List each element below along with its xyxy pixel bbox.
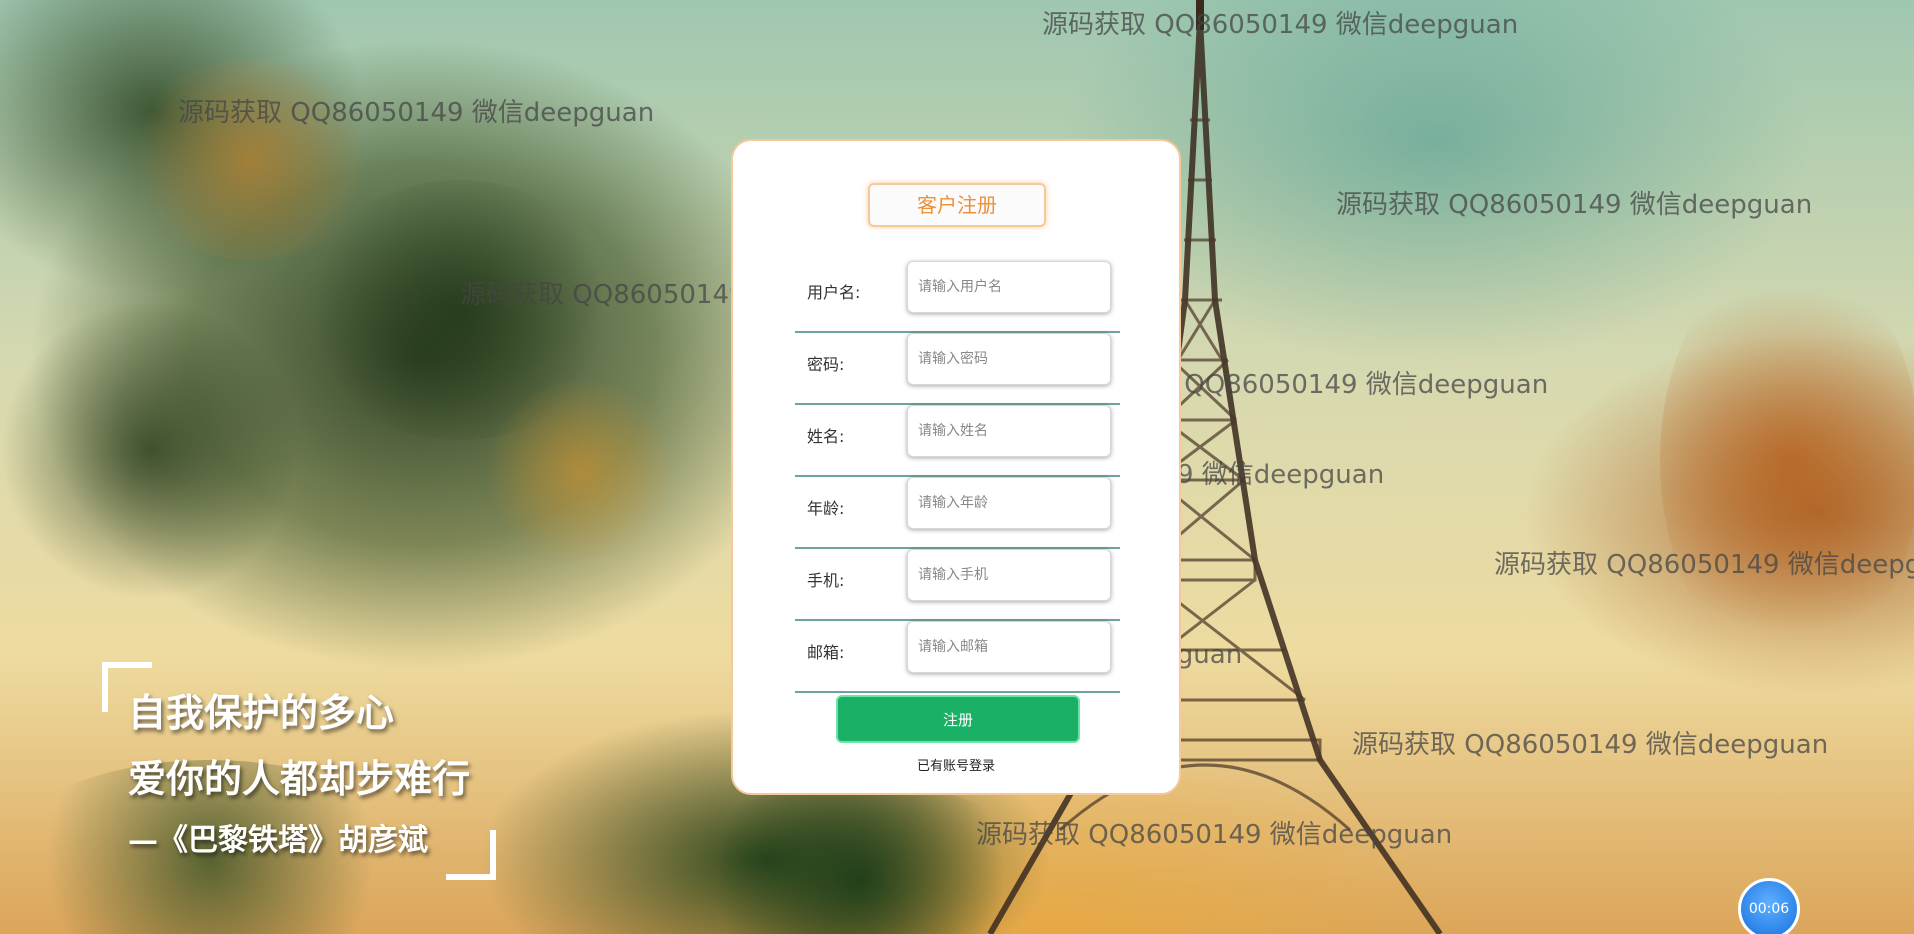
name-label: 姓名: xyxy=(807,427,845,446)
watermark-text: 源码获取 QQ86050149 微信deepguan xyxy=(1336,190,1813,220)
poem-quote: 自我保护的多心 爱你的人都却步难行 —《巴黎铁塔》胡彦斌 xyxy=(128,680,470,870)
quote-bracket-bottom-right xyxy=(446,830,496,880)
age-input[interactable] xyxy=(907,477,1111,529)
username-label: 用户名: xyxy=(807,283,861,302)
email-label: 邮箱: xyxy=(807,643,845,662)
background-scene: 源码获取 QQ86050149 微信deepguan 源码获取 QQ860501… xyxy=(0,0,1914,934)
watermark-text: 源码获取 QQ86050149 微信deepguan xyxy=(1352,730,1829,760)
username-input[interactable] xyxy=(907,261,1111,313)
register-card: 客户注册 用户名: 密码: 姓名: 年龄: 手机: 邮箱: 注册 已有账号登录 xyxy=(731,139,1181,795)
email-input[interactable] xyxy=(907,621,1111,673)
register-button[interactable]: 注册 xyxy=(836,695,1080,743)
form-row-age: 年龄: xyxy=(795,477,1120,549)
phone-input[interactable] xyxy=(907,549,1111,601)
watermark-text: 源码获取 QQ86050149 微信deepguan xyxy=(1494,550,1914,580)
form-title: 客户注册 xyxy=(868,183,1046,227)
password-label: 密码: xyxy=(807,355,845,374)
form-row-name: 姓名: xyxy=(795,405,1120,477)
poem-line-2: 爱你的人都却步难行 xyxy=(128,756,471,801)
form-row-password: 密码: xyxy=(795,333,1120,405)
watermark-text: 源码获取 QQ86050149 微信deepguan xyxy=(976,820,1453,850)
name-input[interactable] xyxy=(907,405,1111,457)
watermark-text: 源码获取 QQ86050149 微信deepguan xyxy=(1042,10,1519,40)
login-link[interactable]: 已有账号登录 xyxy=(733,755,1179,774)
poem-line-1: 自我保护的多心 xyxy=(128,690,395,735)
watermark-text: 源码获取 QQ86050149 微信deepguan xyxy=(178,98,655,128)
poem-signature: —《巴黎铁塔》胡彦斌 xyxy=(128,823,428,858)
timer-badge[interactable]: 00:06 xyxy=(1738,878,1800,934)
age-label: 年龄: xyxy=(807,499,845,518)
password-input[interactable] xyxy=(907,333,1111,385)
phone-label: 手机: xyxy=(807,571,845,590)
form-row-username: 用户名: xyxy=(795,261,1120,333)
form-row-phone: 手机: xyxy=(795,549,1120,621)
form-row-email: 邮箱: xyxy=(795,621,1120,693)
